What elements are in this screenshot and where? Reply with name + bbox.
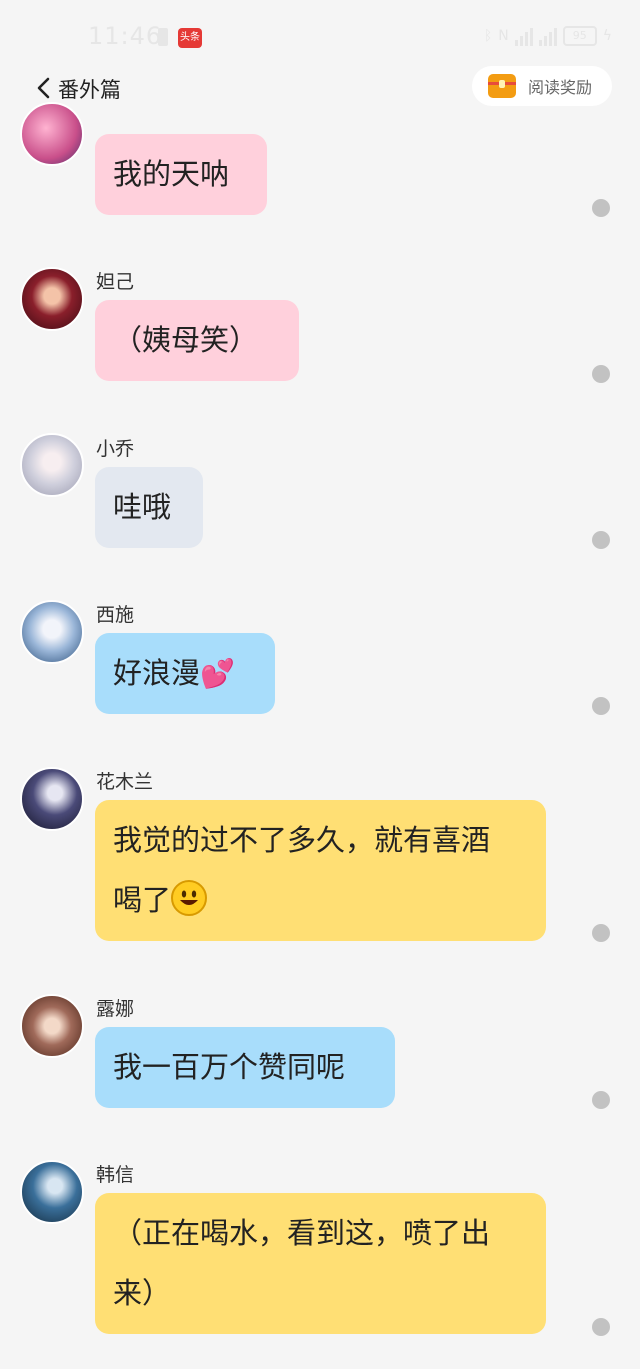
message-text: （姨母笑） — [113, 323, 259, 357]
message-status-dot[interactable] — [592, 199, 610, 217]
page-title: 番外篇 — [58, 78, 121, 102]
message-status-dot[interactable] — [592, 697, 610, 715]
avatar[interactable] — [20, 767, 84, 831]
sender-name: 小乔 — [96, 438, 135, 460]
reading-reward-button[interactable]: 阅读奖励 — [472, 66, 612, 106]
reading-reward-label: 阅读奖励 — [528, 78, 593, 97]
status-icons: ᛒ N 95 ϟ — [484, 24, 612, 48]
bluetooth-icon: ᛒ — [483, 28, 493, 44]
sender-name: 花木兰 — [96, 771, 154, 793]
message-status-dot[interactable] — [592, 1091, 610, 1109]
signal-icon-2 — [538, 26, 557, 46]
treasure-chest-icon — [488, 74, 516, 98]
message-text-line: 我觉的过不了多久，就有喜酒 — [113, 823, 491, 857]
status-bar: 11:46 头条 ᛒ N 95 ϟ — [0, 0, 640, 64]
two-hearts-emoji-icon: 💕 — [200, 657, 235, 690]
message-text: 我一百万个赞同呢 — [113, 1050, 346, 1084]
status-time: 11:46 — [88, 22, 163, 50]
avatar[interactable] — [20, 1160, 84, 1224]
grinning-face-emoji-icon — [171, 880, 208, 916]
avatar[interactable] — [20, 102, 84, 166]
top-bar: 番外篇 阅读奖励 — [0, 64, 640, 112]
avatar[interactable] — [20, 267, 84, 331]
battery-icon: 95 — [562, 26, 597, 46]
message-bubble: （姨母笑） — [95, 300, 299, 381]
avatar[interactable] — [20, 600, 84, 664]
message-bubble: 我一百万个赞同呢 — [95, 1027, 395, 1108]
message-text-line: （正在喝水，看到这，喷了出 — [113, 1216, 491, 1250]
signal-icon — [514, 26, 533, 46]
charging-icon: ϟ — [602, 28, 612, 44]
toutiao-app-icon: 头条 — [178, 28, 202, 48]
message-status-dot[interactable] — [592, 531, 610, 549]
message-bubble: 好浪漫💕 — [95, 633, 275, 714]
avatar[interactable] — [20, 433, 84, 497]
message-status-dot[interactable] — [592, 1318, 610, 1336]
message-text: 好浪漫 — [113, 656, 201, 690]
message-text: 我的天呐 — [113, 157, 230, 191]
battery-saver-icon — [158, 28, 168, 46]
avatar[interactable] — [20, 994, 84, 1058]
back-arrow-icon[interactable] — [34, 76, 54, 100]
message-bubble: 哇哦 — [95, 467, 203, 548]
message-text-line: 喝了 — [113, 883, 172, 917]
message-bubble: 我的天呐 — [95, 134, 267, 215]
message-text-line: 来） — [113, 1276, 172, 1310]
sender-name: 妲己 — [96, 271, 135, 293]
message-text: 哇哦 — [113, 490, 172, 524]
message-bubble: 我觉的过不了多久，就有喜酒 喝了 — [95, 800, 546, 941]
message-bubble: （正在喝水，看到这，喷了出 来） — [95, 1193, 546, 1334]
sender-name: 露娜 — [96, 998, 135, 1020]
message-status-dot[interactable] — [592, 924, 610, 942]
sender-name: 韩信 — [96, 1164, 135, 1186]
sender-name: 西施 — [96, 604, 135, 626]
nfc-icon: N — [498, 28, 509, 44]
message-status-dot[interactable] — [592, 365, 610, 383]
